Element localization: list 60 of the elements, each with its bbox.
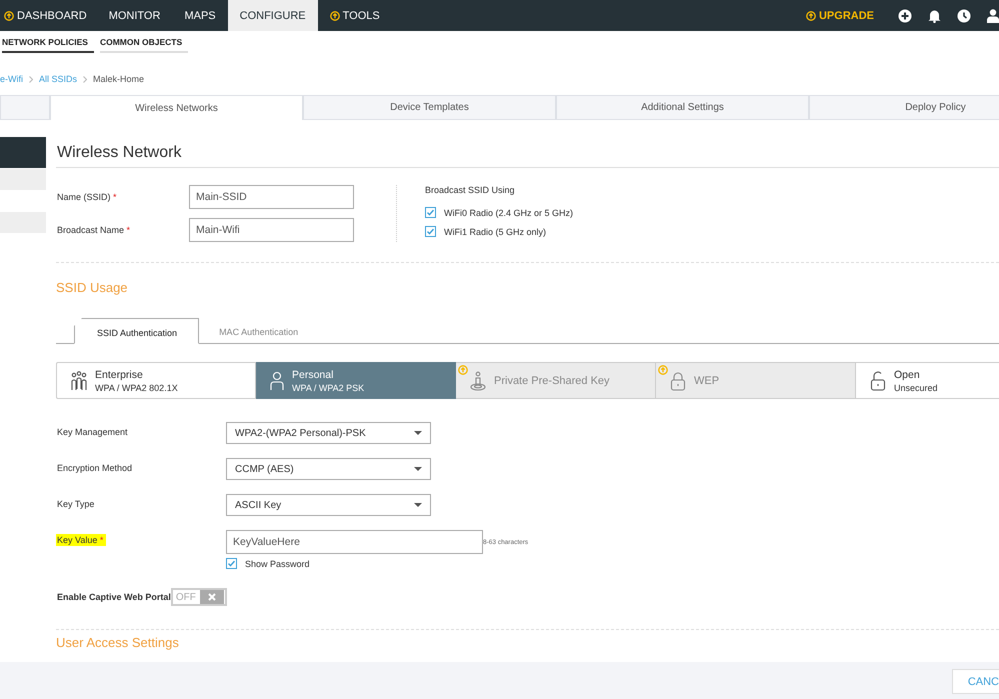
nav-tab[interactable]: MAPS (172, 0, 228, 31)
upgrade-icon (458, 365, 468, 375)
field-label: Broadcast Name * (56, 225, 132, 235)
auth-option[interactable]: Personal WPA / WPA2 PSK (256, 362, 456, 399)
text-field[interactable]: Main-Wifi (189, 218, 354, 242)
key-value-field[interactable]: KeyValueHere (226, 530, 483, 554)
lock-icon (670, 370, 686, 390)
user-icon[interactable] (987, 8, 999, 22)
dropdown[interactable]: ASCII Key (226, 494, 431, 516)
caret-icon (414, 467, 422, 471)
group-title: Broadcast SSID Using (425, 185, 516, 195)
step-tab[interactable]: Additional Settings (556, 95, 809, 120)
caret-icon (414, 503, 422, 507)
checkbox-label: WiFi0 Radio (2.4 GHz or 5 GHz) (443, 208, 574, 218)
person-icon (270, 370, 284, 390)
person-on-pad-icon (470, 370, 486, 390)
nav-tab[interactable]: CONFIGURE (228, 0, 318, 31)
nav-tab[interactable]: MONITOR (96, 0, 172, 31)
auth-option[interactable]: Open Unsecured (856, 362, 999, 399)
caret-icon (414, 431, 422, 435)
chevron-icon (29, 76, 33, 82)
text-field[interactable]: Main-SSID (189, 185, 354, 209)
dropdown[interactable]: CCMP (AES) (226, 458, 431, 480)
section-title: Wireless Network (56, 137, 999, 168)
section-heading: User Access Settings (56, 635, 180, 650)
upgrade-icon (658, 365, 668, 375)
chevron-icon (83, 76, 88, 82)
clock-icon[interactable] (957, 8, 971, 22)
add-icon[interactable] (898, 8, 912, 22)
upgrade-icon (330, 10, 340, 20)
dropdown[interactable]: WPA2-(WPA2 Personal)-PSK (226, 422, 431, 444)
close-icon (208, 593, 216, 601)
auth-option[interactable]: Enterprise WPA / WPA2 802.1X (56, 362, 256, 399)
breadcrumb-current: Malek-Home (93, 74, 144, 84)
checkbox-label: WiFi1 Radio (5 GHz only) (443, 226, 546, 236)
upgrade-link[interactable]: UPGRADE (806, 10, 874, 22)
step-tab[interactable]: Device Templates (303, 95, 556, 120)
bell-icon[interactable] (928, 8, 941, 22)
sub-tab[interactable]: NETWORK POLICIES (2, 37, 94, 53)
checkbox[interactable] (425, 226, 436, 237)
field-label: Key Value * (56, 534, 106, 546)
checkbox[interactable] (226, 558, 237, 569)
upgrade-icon (4, 10, 14, 20)
field-label: Encryption Method (56, 463, 132, 473)
section-heading: SSID Usage (56, 280, 129, 295)
field-label: Enable Captive Web Portal (56, 592, 171, 602)
checkbox[interactable] (425, 207, 436, 218)
people-icon (71, 370, 87, 390)
step-tab[interactable]: Wireless Networks (50, 95, 303, 120)
field-label: Key Type (56, 499, 94, 509)
sub-tab[interactable]: COMMON OBJECTS (100, 37, 188, 53)
unlocked-icon (870, 370, 886, 390)
checkbox-label: Show Password (244, 558, 310, 568)
step-tab[interactable]: Deploy Policy (809, 95, 999, 120)
field-label: Key Management (56, 427, 128, 437)
field-label: Name (SSID) * (56, 192, 118, 202)
nav-tab[interactable]: TOOLS (318, 0, 392, 31)
nav-tab[interactable]: DASHBOARD (4, 0, 97, 31)
auth-tab[interactable]: SSID Authentication (74, 318, 200, 344)
upgrade-icon (806, 10, 816, 20)
